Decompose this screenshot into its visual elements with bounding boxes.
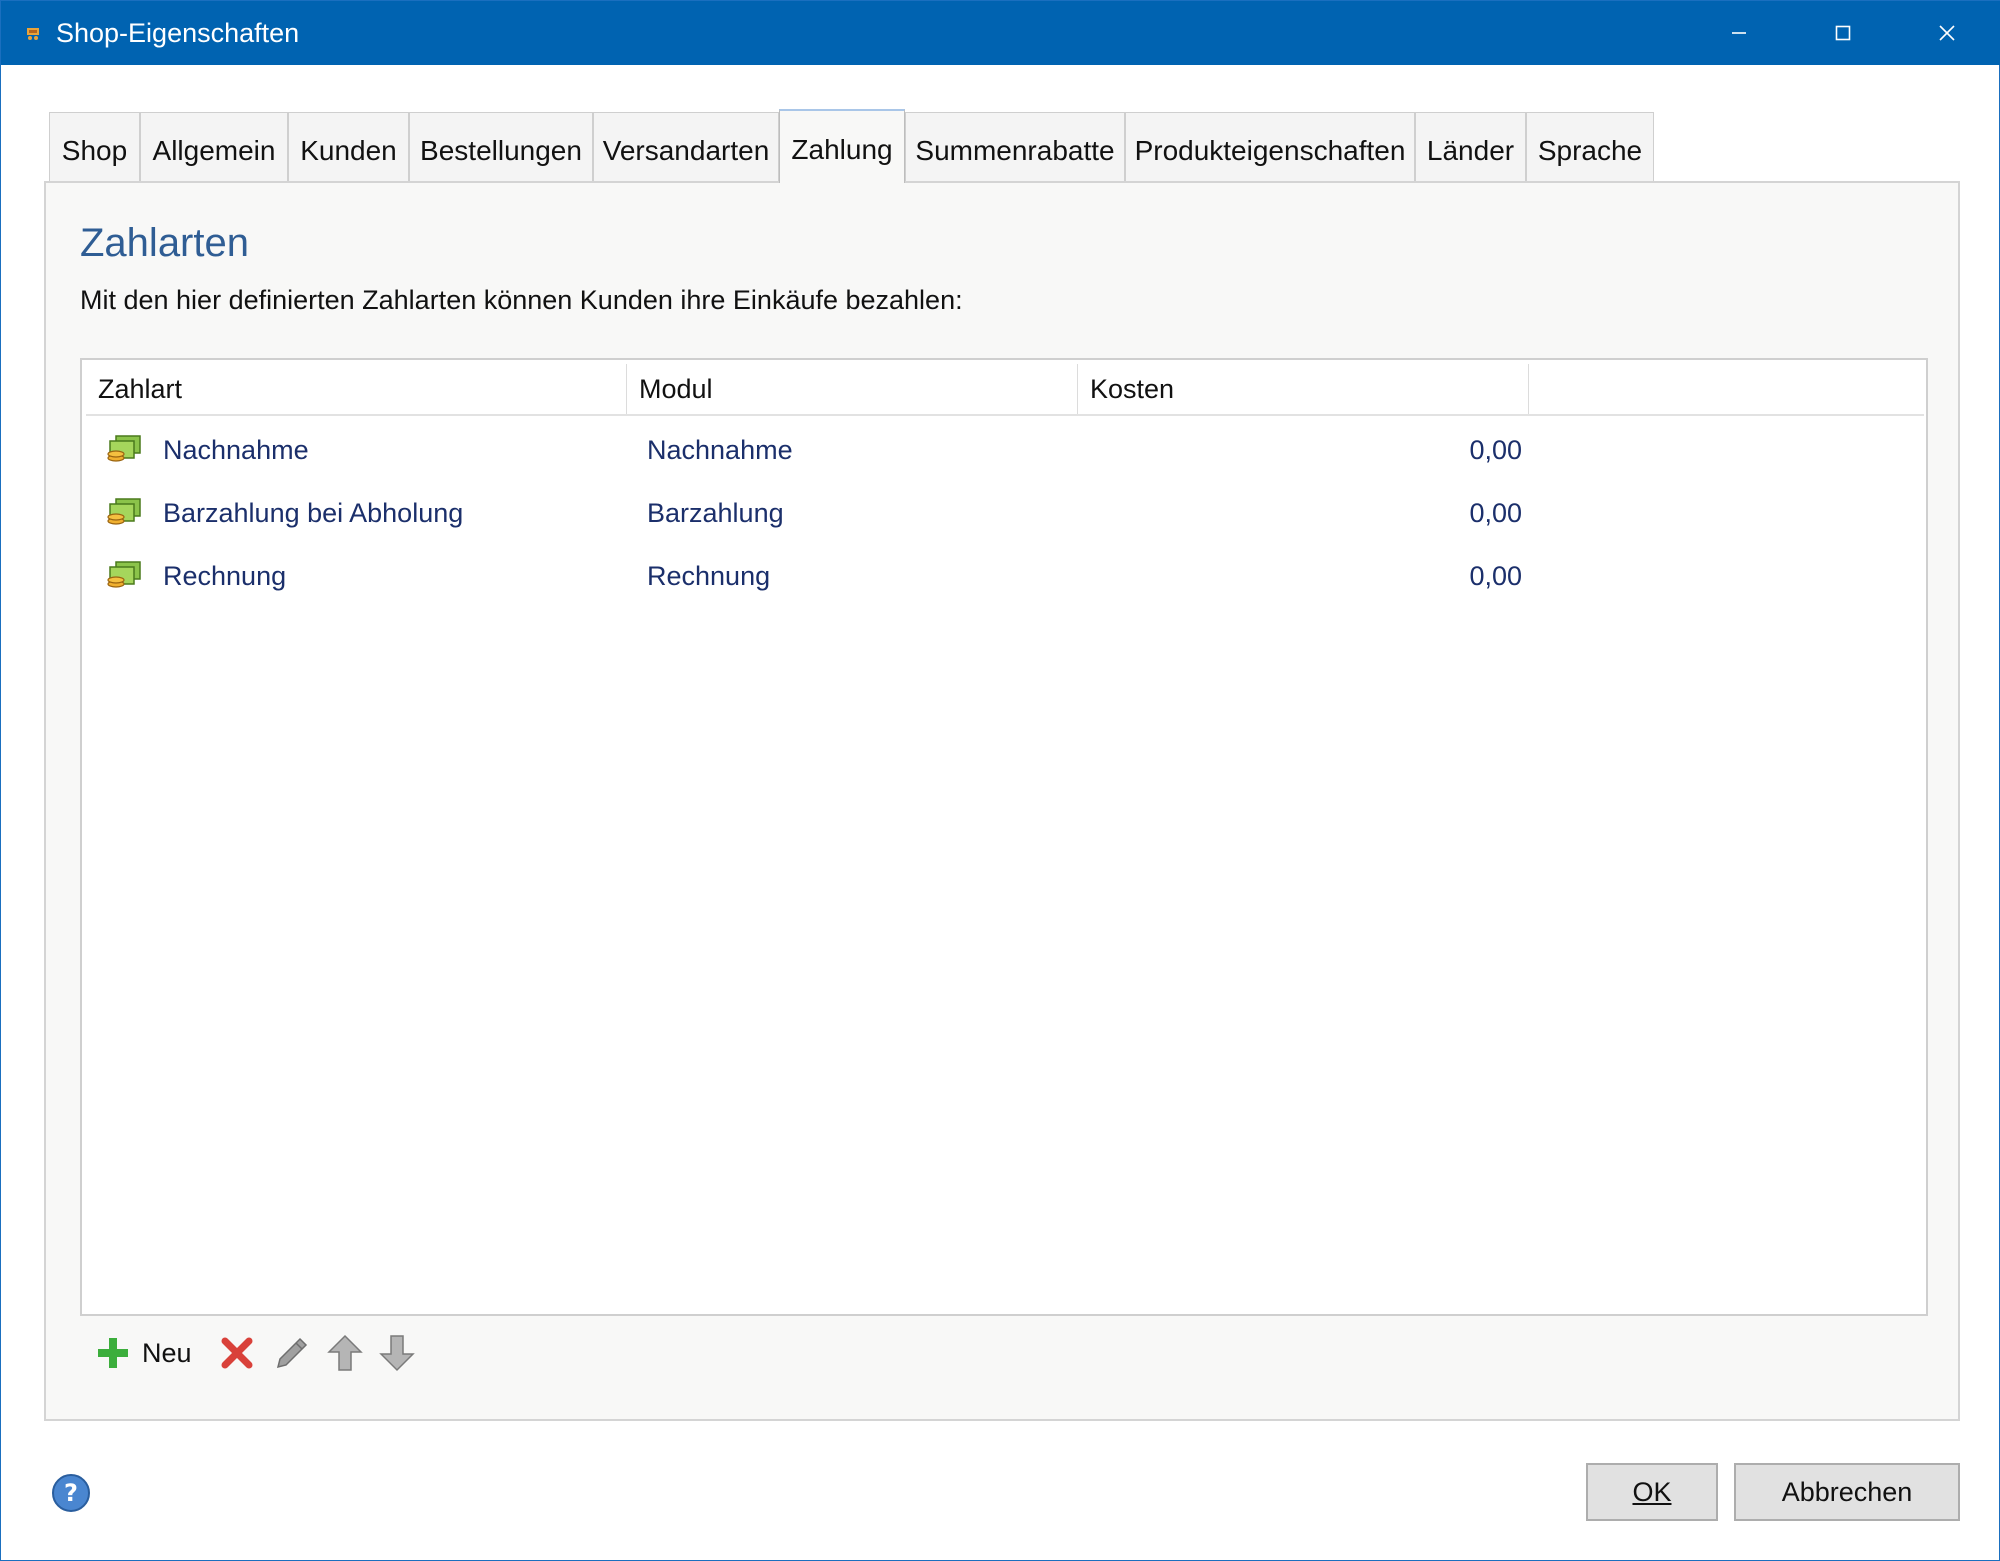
- tab-versandarten[interactable]: Versandarten: [593, 112, 779, 182]
- edit-icon: [276, 1337, 308, 1369]
- move-up-button[interactable]: [327, 1328, 363, 1378]
- tab-kunden[interactable]: Kunden: [288, 112, 409, 182]
- cell-kosten: 0,00: [1469, 435, 1522, 465]
- cell-modul: Barzahlung: [647, 498, 784, 528]
- table-row[interactable]: Rechnung Rechnung 0,00: [82, 548, 1926, 608]
- column-header-kosten[interactable]: Kosten: [1078, 364, 1528, 414]
- page-description: Mit den hier definierten Zahlarten könne…: [80, 285, 963, 315]
- close-button[interactable]: [1895, 1, 1999, 65]
- tab-zahlung[interactable]: Zahlung: [779, 109, 905, 183]
- maximize-button[interactable]: [1791, 1, 1895, 65]
- move-up-icon: [327, 1334, 363, 1371]
- add-icon: [98, 1338, 128, 1368]
- cell-zahlart: Rechnung: [163, 561, 287, 591]
- cell-modul: Nachnahme: [647, 435, 793, 465]
- cell-kosten: 0,00: [1469, 498, 1522, 528]
- tab-produkteigenschaften[interactable]: Produkteigenschaften: [1125, 112, 1415, 182]
- dialog-window: Shop-Eigenschaften Shop Allgemein Kunden…: [0, 0, 2000, 1561]
- ok-button[interactable]: OK: [1586, 1463, 1718, 1521]
- svg-text:?: ?: [64, 1479, 78, 1507]
- money-icon: [107, 435, 141, 462]
- move-down-icon: [379, 1335, 415, 1372]
- column-separator[interactable]: [1528, 364, 1529, 414]
- payment-methods-list[interactable]: Zahlart Modul Kosten Nachnahme Nachnahme…: [80, 358, 1928, 1316]
- tab-panel: Zahlarten Mit den hier definierten Zahla…: [44, 181, 1960, 1421]
- table-row[interactable]: Nachnahme Nachnahme 0,00: [82, 422, 1926, 482]
- page-title: Zahlarten: [80, 221, 249, 265]
- cell-zahlart: Nachnahme: [163, 435, 309, 465]
- delete-icon: [221, 1337, 253, 1369]
- new-button[interactable]: Neu: [96, 1328, 192, 1378]
- minimize-button[interactable]: [1687, 1, 1791, 65]
- window-title: Shop-Eigenschaften: [56, 18, 300, 48]
- cancel-button[interactable]: Abbrechen: [1734, 1463, 1960, 1521]
- tab-shop[interactable]: Shop: [49, 112, 140, 182]
- maximize-icon: [1835, 25, 1851, 41]
- title-bar[interactable]: Shop-Eigenschaften: [1, 1, 2000, 65]
- tab-allgemein[interactable]: Allgemein: [140, 112, 288, 182]
- money-icon: [107, 561, 141, 588]
- tab-summenrabatte[interactable]: Summenrabatte: [905, 112, 1125, 182]
- table-row[interactable]: Barzahlung bei Abholung Barzahlung 0,00: [82, 485, 1926, 545]
- shop-cart-icon: [27, 28, 39, 40]
- tab-bestellungen[interactable]: Bestellungen: [409, 112, 593, 182]
- column-header-modul[interactable]: Modul: [627, 364, 1077, 414]
- edit-button[interactable]: [274, 1328, 310, 1378]
- money-icon: [107, 498, 141, 525]
- tab-sprache[interactable]: Sprache: [1526, 112, 1654, 182]
- close-icon: [1939, 25, 1955, 41]
- column-header-zahlart[interactable]: Zahlart: [86, 364, 626, 414]
- delete-button[interactable]: [221, 1328, 253, 1378]
- move-down-button[interactable]: [379, 1328, 415, 1378]
- header-divider: [86, 414, 1924, 416]
- help-button[interactable]: ?: [51, 1473, 91, 1513]
- new-button-label: Neu: [142, 1337, 192, 1368]
- cell-kosten: 0,00: [1469, 561, 1522, 591]
- tab-laender[interactable]: Länder: [1415, 112, 1526, 182]
- cell-modul: Rechnung: [647, 561, 771, 591]
- cell-zahlart: Barzahlung bei Abholung: [163, 498, 464, 528]
- help-icon: ?: [52, 1474, 90, 1512]
- minimize-icon: [1732, 32, 1746, 34]
